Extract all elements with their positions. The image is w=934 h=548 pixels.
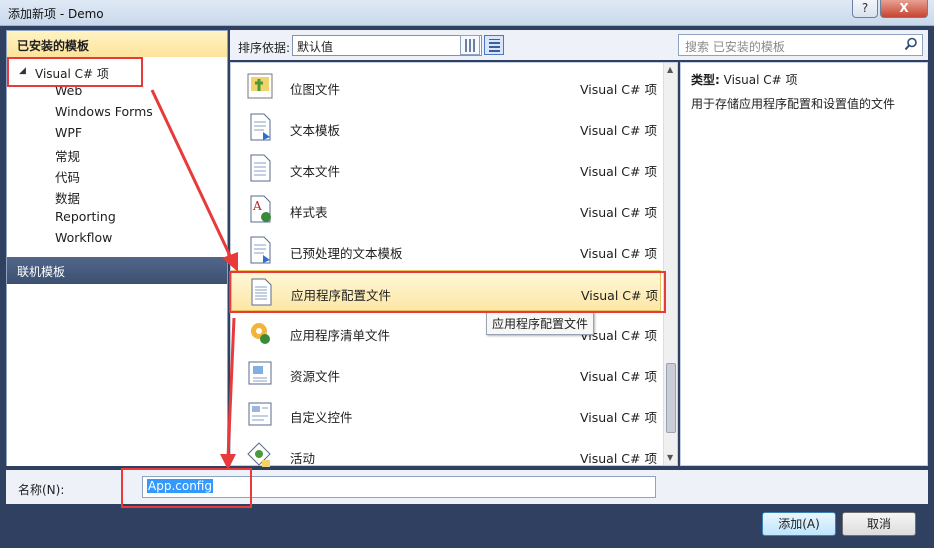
resource-file-icon — [248, 361, 272, 385]
text-file-icon — [250, 154, 271, 182]
close-button[interactable]: X — [880, 0, 928, 18]
bitmap-icon — [247, 73, 273, 99]
template-type: Visual C# 项 — [580, 123, 657, 138]
svg-text:A: A — [252, 199, 262, 213]
sort-dropdown[interactable]: 默认值 ▼ — [292, 35, 482, 56]
template-type: Visual C# 项 — [580, 205, 657, 220]
tree-item-general[interactable]: 常规 — [55, 146, 80, 166]
template-row[interactable]: 文本文件 Visual C# 项 — [231, 147, 661, 188]
dialog-buttons: 添加(A) 取消 — [0, 506, 934, 548]
tree-item-windows-forms[interactable]: Windows Forms — [55, 104, 153, 124]
name-label: 名称(N): — [18, 483, 65, 497]
search-icon[interactable] — [904, 37, 918, 51]
template-list: 位图文件 Visual C# 项文本模板 Visual C# 项文本文件 Visual… — [230, 62, 678, 467]
tree-item-wpf[interactable]: WPF — [55, 125, 82, 145]
template-row[interactable]: A 样式表 Visual C# 项 — [231, 188, 661, 229]
title-bar: 添加新项 - Demo ? X — [0, 0, 934, 26]
template-row[interactable]: 资源文件 Visual C# 项 — [231, 352, 661, 393]
template-type: Visual C# 项 — [580, 369, 657, 384]
template-name: 位图文件 — [290, 82, 341, 97]
template-category-panel: 已安装的模板 ◢ Visual C# 项 Web Windows Forms W… — [6, 30, 228, 466]
details-description: 用于存储应用程序配置和设置值的文件 — [691, 97, 896, 111]
tree-item-reporting[interactable]: Reporting — [55, 209, 116, 229]
template-name: 已预处理的文本模板 — [290, 246, 403, 261]
template-name: 自定义控件 — [290, 410, 353, 425]
scroll-down-icon[interactable]: ▼ — [667, 453, 673, 462]
template-type: Visual C# 项 — [580, 82, 657, 97]
template-type: Visual C# 项 — [580, 164, 657, 179]
annotation-box-name-input — [121, 468, 252, 508]
template-row[interactable]: 自定义控件 Visual C# 项 — [231, 393, 661, 434]
details-type: 类型: Visual C# 项 — [691, 71, 798, 88]
scroll-up-icon[interactable]: ▲ — [667, 65, 673, 74]
template-name: 活动 — [290, 451, 316, 466]
stylesheet-icon: A — [250, 195, 271, 223]
template-row[interactable]: 位图文件 Visual C# 项 — [231, 65, 661, 106]
panel-empty-area — [7, 284, 227, 466]
grid-view-icon — [465, 39, 476, 52]
template-name: 资源文件 — [290, 369, 341, 384]
template-row[interactable]: 已预处理的文本模板 Visual C# 项 — [231, 229, 661, 270]
tree-item-workflow[interactable]: Workflow — [55, 230, 112, 250]
category-tree: ◢ Visual C# 项 Web Windows Forms WPF 常规 代… — [7, 57, 227, 257]
template-name: 应用程序清单文件 — [290, 328, 391, 343]
annotation-box-visual-csharp — [7, 57, 143, 87]
scroll-thumb[interactable] — [666, 363, 676, 433]
details-type-label: 类型: — [691, 73, 720, 87]
template-row[interactable]: 活动 Visual C# 项 — [231, 434, 661, 475]
activity-icon — [247, 442, 271, 467]
text-template-icon — [250, 113, 271, 141]
template-name: 文本文件 — [290, 164, 341, 179]
sort-label: 排序依据: — [238, 41, 291, 55]
list-view-icon — [489, 39, 500, 52]
online-templates-header[interactable]: 联机模板 — [7, 257, 227, 284]
tree-item-data[interactable]: 数据 — [55, 188, 80, 208]
template-type: Visual C# 项 — [580, 451, 657, 466]
manifest-icon — [251, 323, 270, 344]
add-new-item-dialog: 添加新项 - Demo ? X 已安装的模板 ◢ Visual C# 项 Web… — [0, 0, 934, 548]
annotation-box-config-file — [229, 271, 666, 313]
add-button[interactable]: 添加(A) — [762, 512, 836, 536]
installed-templates-header[interactable]: 已安装的模板 — [7, 31, 227, 57]
window-title: 添加新项 - Demo — [8, 7, 104, 21]
template-row[interactable]: 文本模板 Visual C# 项 — [231, 106, 661, 147]
cancel-button[interactable]: 取消 — [842, 512, 916, 536]
help-button[interactable]: ? — [852, 0, 878, 18]
list-scrollbar[interactable]: ▲ ▼ — [663, 63, 677, 465]
template-name: 文本模板 — [290, 123, 341, 138]
template-row[interactable]: 应用程序清单文件 Visual C# 项 — [231, 311, 661, 352]
sort-value: 默认值 — [297, 40, 334, 54]
preprocessed-template-icon — [250, 236, 271, 264]
template-details-panel: 类型: Visual C# 项 用于存储应用程序配置和设置值的文件 — [680, 62, 928, 466]
medium-icons-view-button[interactable] — [460, 35, 480, 55]
search-placeholder: 搜索 已安装的模板 — [685, 40, 785, 54]
item-tooltip: 应用程序配置文件 — [486, 312, 595, 335]
template-type: Visual C# 项 — [580, 410, 657, 425]
template-toolbar: 排序依据: 默认值 ▼ 搜索 已安装的模板 — [230, 30, 928, 60]
custom-control-icon — [248, 402, 272, 426]
template-name: 样式表 — [290, 205, 328, 220]
details-type-value: Visual C# 项 — [723, 73, 798, 87]
template-type: Visual C# 项 — [580, 246, 657, 261]
list-view-button[interactable] — [484, 35, 504, 55]
tree-item-code[interactable]: 代码 — [55, 167, 80, 187]
search-input[interactable]: 搜索 已安装的模板 — [678, 34, 923, 56]
